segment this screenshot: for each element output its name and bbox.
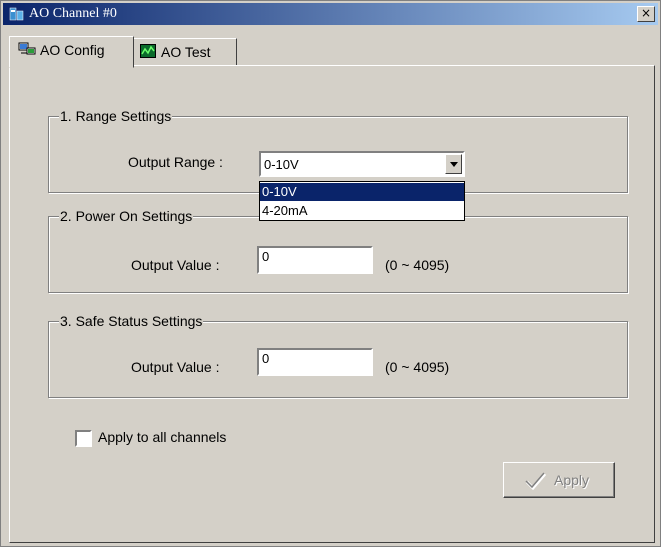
close-icon: × — [640, 6, 652, 20]
close-button[interactable]: × — [637, 6, 655, 22]
window-title: AO Channel #0 — [29, 6, 117, 21]
dropdown-option[interactable]: 0-10V — [260, 183, 464, 201]
app-icon — [9, 7, 24, 21]
apply-all-checkbox[interactable] — [75, 430, 92, 447]
waveform-icon — [140, 44, 156, 58]
safe-status-range-hint: (0 ~ 4095) — [385, 359, 450, 375]
checkmark-icon — [525, 472, 546, 490]
tab-ao-config[interactable]: AO Config — [9, 36, 134, 68]
group-title: 3. Safe Status Settings — [59, 313, 204, 329]
dropdown-option[interactable]: 4-20mA — [260, 202, 464, 220]
tab-label: AO Config — [40, 42, 105, 58]
safe-status-output-value-label: Output Value : — [131, 359, 220, 375]
network-config-icon — [18, 42, 36, 55]
output-range-label: Output Range : — [128, 154, 223, 170]
selected-value: 0-10V — [264, 157, 299, 172]
power-on-output-value-input[interactable]: 0 — [257, 246, 373, 274]
apply-button[interactable]: Apply — [503, 462, 615, 498]
ao-channel-window: AO Channel #0 × AO Config AO Test 1. Ran… — [0, 0, 661, 547]
safe-status-output-value-input[interactable]: 0 — [257, 348, 373, 376]
output-range-dropdown: 0-10V 4-20mA — [259, 181, 465, 221]
group-title: 2. Power On Settings — [59, 208, 194, 224]
chevron-down-icon[interactable] — [445, 154, 462, 174]
apply-button-label: Apply — [554, 472, 590, 488]
tab-ao-test[interactable]: AO Test — [132, 38, 237, 66]
apply-all-label: Apply to all channels — [98, 429, 227, 445]
tab-label: AO Test — [161, 44, 211, 60]
title-bar[interactable]: AO Channel #0 × — [3, 3, 658, 25]
power-on-output-value-label: Output Value : — [131, 257, 220, 273]
output-range-select[interactable]: 0-10V — [259, 151, 465, 177]
group-title: 1. Range Settings — [59, 108, 173, 124]
power-on-range-hint: (0 ~ 4095) — [385, 257, 450, 273]
